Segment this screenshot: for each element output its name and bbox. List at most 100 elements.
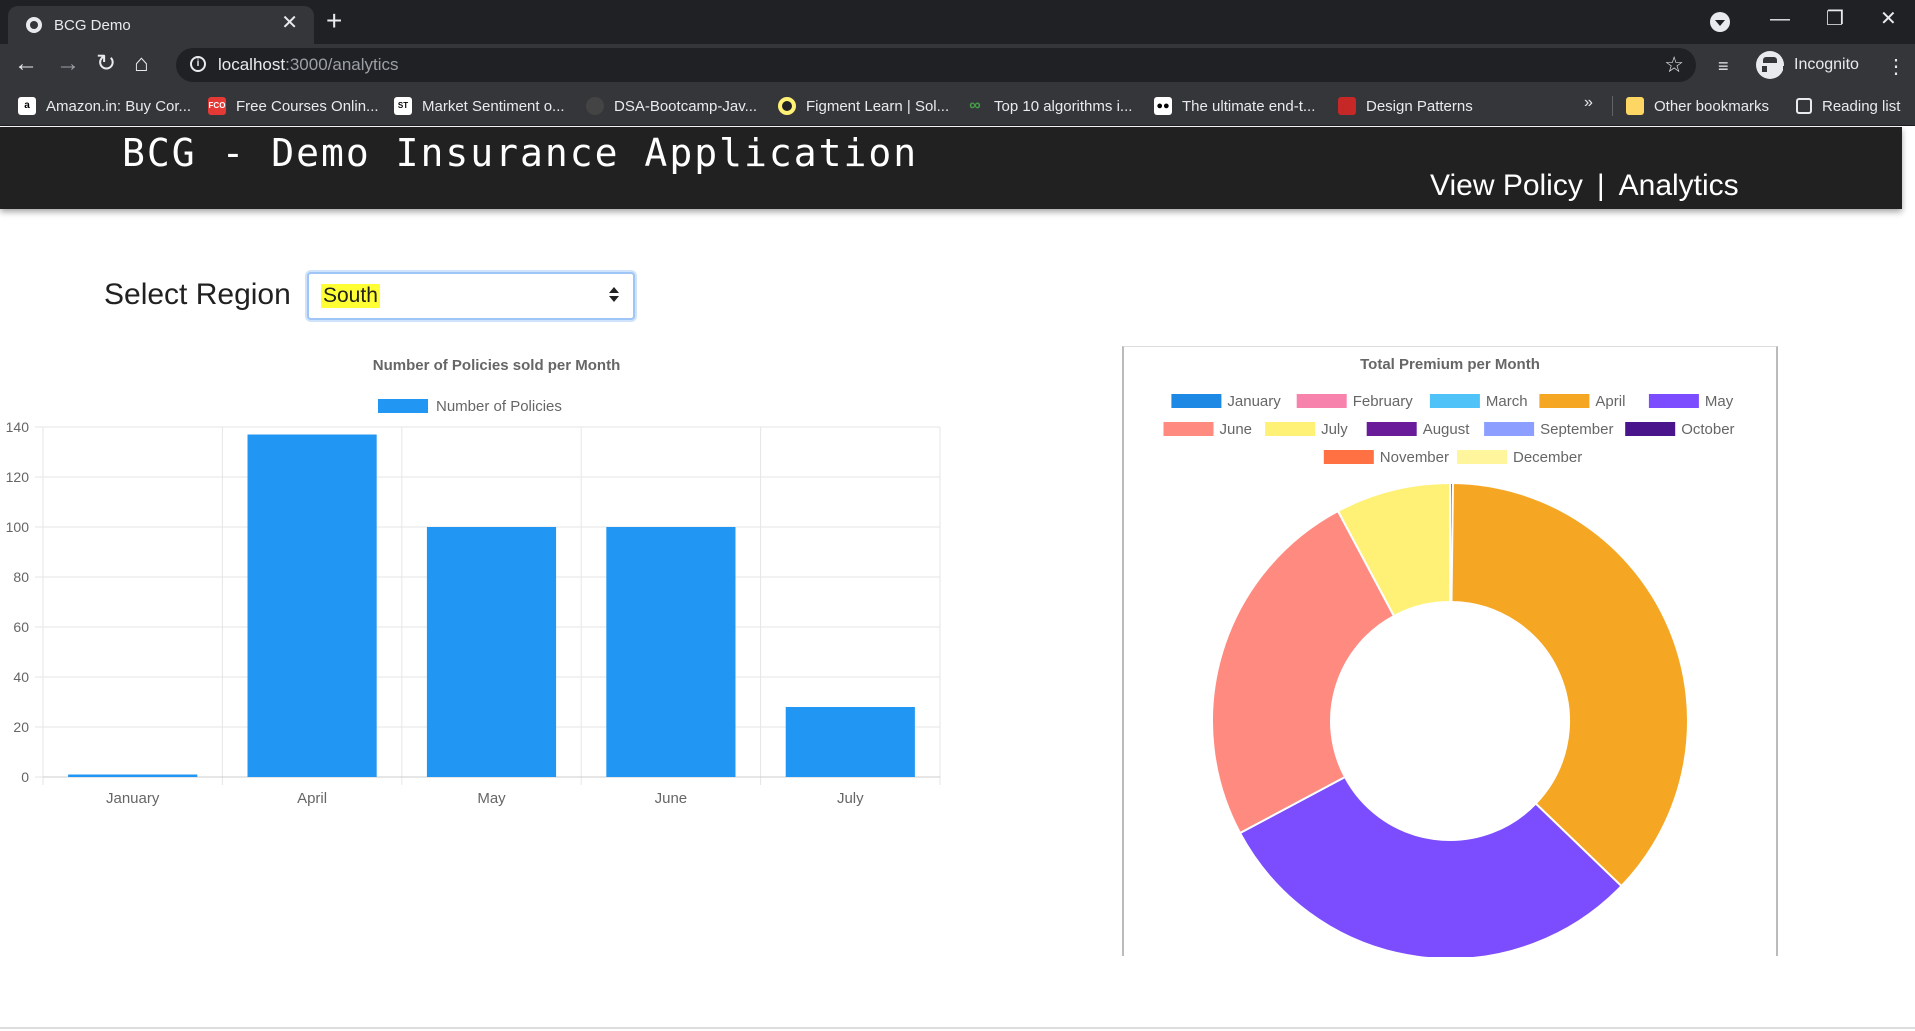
restore-icon[interactable]: ❐ xyxy=(1826,8,1844,30)
legend-swatch xyxy=(1648,394,1699,408)
bookmark-item[interactable]: FCO Free Courses Onlin... xyxy=(208,96,379,116)
address-bar[interactable]: i localhost:3000/analytics ☆ xyxy=(176,48,1696,82)
legend-swatch xyxy=(1323,450,1374,464)
url-text: localhost:3000/analytics xyxy=(218,55,399,75)
back-arrow-icon[interactable]: ← xyxy=(14,50,38,78)
figment-icon xyxy=(778,97,796,115)
premium-chart-card: Total Premium per Month January February Ma… xyxy=(1122,346,1778,957)
legend-swatch xyxy=(1484,422,1535,436)
y-tick-label: 140 xyxy=(6,419,30,435)
bar xyxy=(247,434,377,777)
incognito-icon[interactable] xyxy=(1756,51,1788,79)
site-info-icon[interactable]: i xyxy=(190,56,206,72)
nav-analytics[interactable]: Analytics xyxy=(1619,169,1739,202)
y-tick-label: 120 xyxy=(6,469,30,485)
donut-slice xyxy=(1450,482,1689,888)
y-tick-label: 40 xyxy=(13,669,29,685)
legend-swatch xyxy=(1163,422,1214,436)
legend-swatch xyxy=(378,399,428,413)
legend-swatch xyxy=(1265,422,1316,436)
legend-swatch xyxy=(1429,394,1480,408)
browser-tab[interactable]: BCG Demo ✕ xyxy=(8,6,314,44)
legend-label: Number of Policies xyxy=(436,398,562,415)
tab-search-icon[interactable] xyxy=(1710,12,1730,32)
reading-list-icon xyxy=(1796,98,1812,114)
url-path: :3000/analytics xyxy=(285,55,399,74)
legend-swatch xyxy=(1366,422,1417,436)
github-icon xyxy=(586,97,604,115)
minimize-icon[interactable]: — xyxy=(1770,8,1790,30)
region-select[interactable]: South xyxy=(307,272,635,320)
y-tick-label: 80 xyxy=(13,569,29,585)
media-controls-icon[interactable]: ≡ xyxy=(1718,56,1729,77)
bookmark-label: Free Courses Onlin... xyxy=(236,97,379,115)
legend-label: October xyxy=(1681,421,1734,438)
legend-swatch xyxy=(1457,450,1507,464)
page-bottom-divider xyxy=(0,1027,1915,1029)
bookmark-label: The ultimate end-t... xyxy=(1182,97,1316,115)
bookmark-item[interactable]: DSA-Bootcamp-Jav... xyxy=(586,96,757,116)
legend-label: June xyxy=(1220,421,1253,438)
profile-label[interactable]: Incognito xyxy=(1794,56,1859,74)
more-bookmarks-icon[interactable]: » xyxy=(1584,94,1593,112)
x-tick-label: April xyxy=(297,790,327,807)
new-tab-icon[interactable]: + xyxy=(326,6,342,36)
y-tick-label: 20 xyxy=(13,719,29,735)
bookmark-label: Amazon.in: Buy Cor... xyxy=(46,97,192,115)
legend-label: February xyxy=(1353,393,1414,410)
bookmark-item[interactable]: Figment Learn | Sol... xyxy=(778,96,949,116)
bar xyxy=(68,774,198,777)
browser-tab-strip: BCG Demo ✕ + — ❐ ✕ xyxy=(0,0,1915,44)
bookmark-item[interactable]: Design Patterns xyxy=(1338,96,1473,116)
bookmark-label: Top 10 algorithms i... xyxy=(994,97,1133,115)
bookmark-star-icon[interactable]: ☆ xyxy=(1664,52,1684,78)
bookmark-item[interactable]: ●● The ultimate end-t... xyxy=(1154,96,1315,116)
forward-arrow-icon[interactable]: → xyxy=(56,50,80,78)
amazon-icon: a xyxy=(18,97,36,115)
other-bookmarks-label: Other bookmarks xyxy=(1654,97,1770,115)
legend-label: September xyxy=(1540,421,1613,438)
y-tick-label: 0 xyxy=(21,769,29,785)
bookmark-item[interactable]: a Amazon.in: Buy Cor... xyxy=(18,96,191,116)
legend-label: December xyxy=(1513,449,1582,466)
other-bookmarks[interactable]: Other bookmarks xyxy=(1626,96,1769,116)
legend-label: July xyxy=(1321,421,1348,438)
policies-bar-chart: Number of Policies sold per Month Number … xyxy=(6,357,941,807)
x-tick-label: January xyxy=(106,790,160,807)
refactoring-icon xyxy=(1338,97,1356,115)
bookmark-item[interactable]: ∞ Top 10 algorithms i... xyxy=(966,96,1132,116)
legend-swatch xyxy=(1625,422,1676,436)
app-nav: View Policy | Analytics xyxy=(1430,169,1739,203)
nav-view-policy[interactable]: View Policy xyxy=(1430,169,1583,202)
reading-list[interactable]: Reading list xyxy=(1796,96,1900,116)
bookmark-label: Figment Learn | Sol... xyxy=(806,97,950,115)
premium-donut-chart: Total Premium per Month January February Ma… xyxy=(1163,356,1735,957)
bookmark-label: DSA-Bootcamp-Jav... xyxy=(614,97,758,115)
home-icon[interactable]: ⌂ xyxy=(134,50,149,78)
kebab-menu-icon[interactable]: ⋮ xyxy=(1886,54,1906,79)
x-tick-label: June xyxy=(655,790,688,807)
chart-title: Number of Policies sold per Month xyxy=(373,357,621,374)
fco-icon: FCO xyxy=(208,97,226,115)
close-window-icon[interactable]: ✕ xyxy=(1880,8,1897,30)
bookmarks-bar: a Amazon.in: Buy Cor... FCO Free Courses… xyxy=(0,86,1915,126)
y-tick-label: 100 xyxy=(6,519,30,535)
tab-title: BCG Demo xyxy=(54,17,131,34)
sentiment-icon: ST xyxy=(394,97,412,115)
legend-label: January xyxy=(1227,393,1281,410)
legend-swatch xyxy=(1539,394,1590,408)
bar xyxy=(785,707,915,777)
app-title: BCG - Demo Insurance Application xyxy=(122,131,919,175)
region-label: Select Region xyxy=(104,278,291,311)
bookmark-item[interactable]: ST Market Sentiment o... xyxy=(394,96,565,116)
reading-list-label: Reading list xyxy=(1822,97,1901,115)
nav-separator: | xyxy=(1596,169,1605,202)
bookmark-label: Design Patterns xyxy=(1366,97,1473,115)
bookmark-label: Market Sentiment o... xyxy=(422,97,565,115)
medium-icon: ●● xyxy=(1154,97,1172,115)
region-selected-value: South xyxy=(321,284,380,308)
reload-icon[interactable]: ↻ xyxy=(96,50,116,78)
legend-label: November xyxy=(1380,449,1449,466)
close-tab-icon[interactable]: ✕ xyxy=(281,13,298,33)
legend-swatch xyxy=(1296,394,1347,408)
